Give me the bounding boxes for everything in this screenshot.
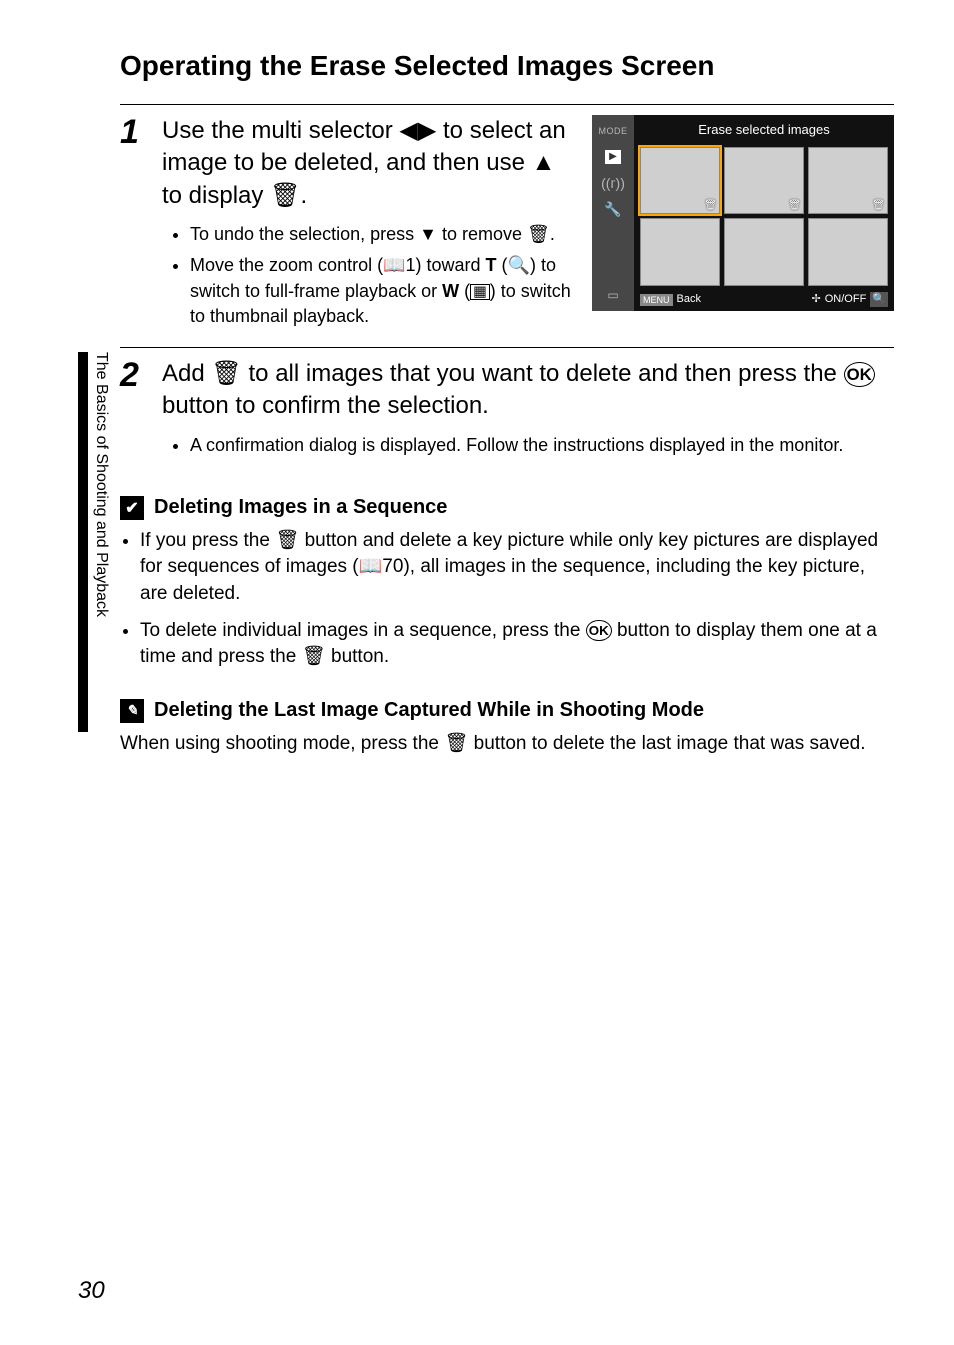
- step-1: 1 Use the multi selector ◀▶ to select an…: [120, 115, 894, 339]
- note-b-body: When using shooting mode, press the 🗑 bu…: [120, 731, 894, 758]
- page-title: Operating the Erase Selected Images Scre…: [120, 50, 894, 82]
- thumb-5: [724, 218, 804, 286]
- trash-icon: 🗑: [270, 182, 300, 209]
- page-number: 30: [78, 1277, 105, 1305]
- note-a-body: If you press the 🗑 button and delete a k…: [120, 528, 894, 671]
- menu-bar-icon: ▭: [603, 287, 623, 303]
- caution-icon: ✔: [120, 496, 144, 520]
- step-1-bullet-2: Move the zoom control (📖1) toward T (🔍) …: [190, 253, 574, 329]
- step-2-text: Add 🗑 to all images that you want to del…: [162, 358, 894, 468]
- screen-onoff: ✢ON/OFF🔍: [812, 292, 888, 307]
- rule: [120, 347, 894, 348]
- thumb-3: 🗑: [808, 147, 888, 215]
- ok-button-icon: OK: [586, 620, 612, 642]
- thumb-1: 🗑: [640, 147, 720, 215]
- step-2-number: 2: [120, 358, 162, 468]
- thumbnail-grid: 🗑 🗑 🗑: [634, 143, 894, 289]
- pencil-icon: ✎: [120, 699, 144, 723]
- step-1-text: Use the multi selector ◀▶ to select an i…: [162, 115, 574, 339]
- camera-screen: MODE ▶ ((ᴦ)) 🔧 ▭ Erase selected images 🗑…: [592, 115, 894, 339]
- step-1-bullet-1: To undo the selection, press ▼ to remove…: [190, 222, 574, 247]
- trash-icon: 🗑: [275, 530, 299, 551]
- down-arrow-icon: ▼: [419, 224, 437, 244]
- book-ref-icon: 📖: [383, 255, 405, 275]
- book-ref-icon: 📖: [359, 556, 383, 577]
- note-b-heading: ✎ Deleting the Last Image Captured While…: [120, 699, 894, 723]
- note-a-bullet-1: If you press the 🗑 button and delete a k…: [140, 528, 894, 608]
- wireless-icon: ((ᴦ)): [603, 175, 623, 191]
- mode-icon: MODE: [603, 123, 623, 139]
- step-2-bullet-1: A confirmation dialog is displayed. Foll…: [190, 433, 894, 458]
- note-a-bullet-2: To delete individual images in a sequenc…: [140, 618, 894, 671]
- setup-icon: 🔧: [603, 201, 623, 217]
- up-arrow-icon: ▲: [532, 149, 556, 176]
- trash-icon: 🗑: [444, 733, 468, 754]
- ok-button-icon: OK: [844, 362, 875, 388]
- trash-icon: 🗑: [302, 646, 326, 667]
- trash-icon: 🗑: [527, 224, 550, 244]
- trash-icon: 🗑: [211, 360, 241, 387]
- thumb-6: [808, 218, 888, 286]
- thumbnail-icon: ▦: [470, 284, 490, 300]
- step-2: 2 Add 🗑 to all images that you want to d…: [120, 358, 894, 468]
- magnify-icon: 🔍: [508, 255, 530, 275]
- step-1-number: 1: [120, 115, 162, 339]
- thumb-2: 🗑: [724, 147, 804, 215]
- left-right-arrow-icon: ◀▶: [399, 117, 436, 144]
- thumb-4: [640, 218, 720, 286]
- rule: [120, 104, 894, 105]
- note-a-heading: ✔ Deleting Images in a Sequence: [120, 496, 894, 520]
- side-tab-text: The Basics of Shooting and Playback: [92, 352, 110, 617]
- screen-back: MENUBack: [640, 292, 701, 307]
- side-tab: The Basics of Shooting and Playback: [78, 352, 106, 732]
- screen-title: Erase selected images: [634, 115, 894, 143]
- play-mode-icon: ▶: [603, 149, 623, 165]
